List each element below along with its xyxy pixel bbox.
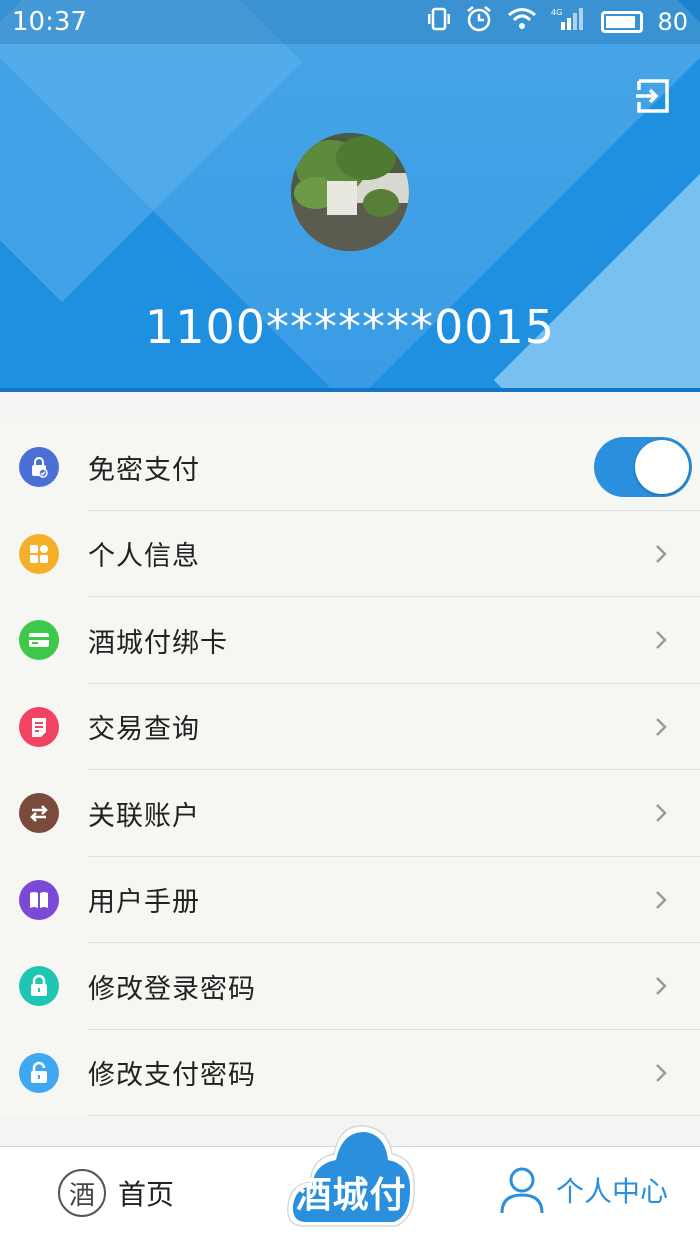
- menu-item-label: 交易查询: [88, 714, 200, 746]
- card-icon: [19, 620, 59, 661]
- menu-item-label: 免密支付: [88, 454, 200, 486]
- chevron-right-icon: [656, 544, 667, 563]
- tab-center-label: 酒城付: [295, 1175, 407, 1216]
- alarm-icon: [465, 5, 493, 39]
- menu-item-change-login-password[interactable]: 修改登录密码: [0, 943, 700, 1030]
- battery-level: 80: [657, 8, 688, 36]
- menu-item-label: 用户手册: [88, 887, 200, 919]
- menu-item-user-manual[interactable]: 用户手册: [0, 857, 700, 943]
- home-logo-icon: 酒: [58, 1169, 106, 1217]
- menu-item-label: 酒城付绑卡: [88, 627, 228, 659]
- chevron-right-icon: [656, 977, 667, 996]
- status-time: 10:37: [12, 7, 87, 37]
- menu-item-label: 个人信息: [88, 541, 200, 573]
- wifi-icon: [507, 7, 537, 37]
- menu-item-change-pay-password[interactable]: 修改支付密码: [0, 1030, 700, 1116]
- avatar[interactable]: [291, 133, 409, 251]
- unlock-icon: [19, 1052, 59, 1093]
- menu-item-bind-card[interactable]: 酒城付绑卡: [0, 597, 700, 684]
- tab-personal-center[interactable]: 个人中心: [498, 1165, 668, 1215]
- menu-item-label: 修改登录密码: [88, 973, 256, 1005]
- status-bar: 10:37 4G 80: [0, 0, 700, 44]
- account-number: 1100*******0015: [144, 300, 556, 354]
- chevron-right-icon: [656, 1063, 667, 1082]
- tab-personal-center-label: 个人中心: [556, 1175, 669, 1208]
- tab-home-label: 首页: [118, 1178, 175, 1211]
- network-type: 4G: [551, 8, 562, 17]
- menu-item-transactions[interactable]: 交易查询: [0, 684, 700, 770]
- user-icon: [500, 1167, 544, 1214]
- free-pay-toggle[interactable]: [594, 437, 692, 498]
- signal-icon: 4G: [551, 6, 587, 38]
- divider: [88, 1115, 700, 1116]
- lock-check-icon: [19, 447, 59, 488]
- menu-item-linked-accounts[interactable]: 关联账户: [0, 770, 700, 857]
- menu-item-personal-info[interactable]: 个人信息: [0, 511, 700, 597]
- settings-menu: 免密支付 个人信息 酒城付绑卡 交易查询 关联账户 用户手册 修改登录密码 修改…: [0, 424, 700, 1116]
- tab-home[interactable]: 酒 首页: [58, 1169, 174, 1217]
- tab-center-pay[interactable]: 酒城付: [284, 1118, 418, 1230]
- menu-item-label: 关联账户: [88, 800, 200, 832]
- grid-icon: [19, 533, 59, 574]
- swap-icon: [19, 793, 59, 834]
- chevron-right-icon: [656, 804, 667, 823]
- menu-item-label: 修改支付密码: [88, 1060, 256, 1092]
- header-divider: [0, 388, 700, 392]
- lock-icon: [19, 966, 59, 1007]
- chevron-right-icon: [656, 631, 667, 650]
- receipt-icon: [19, 706, 59, 747]
- menu-item-free-pay: 免密支付: [0, 424, 700, 511]
- logout-icon[interactable]: [636, 78, 670, 114]
- vibrate-icon: [427, 6, 451, 38]
- battery-icon: [601, 11, 644, 33]
- chevron-right-icon: [656, 717, 667, 736]
- chevron-right-icon: [656, 890, 667, 909]
- book-icon: [19, 879, 59, 920]
